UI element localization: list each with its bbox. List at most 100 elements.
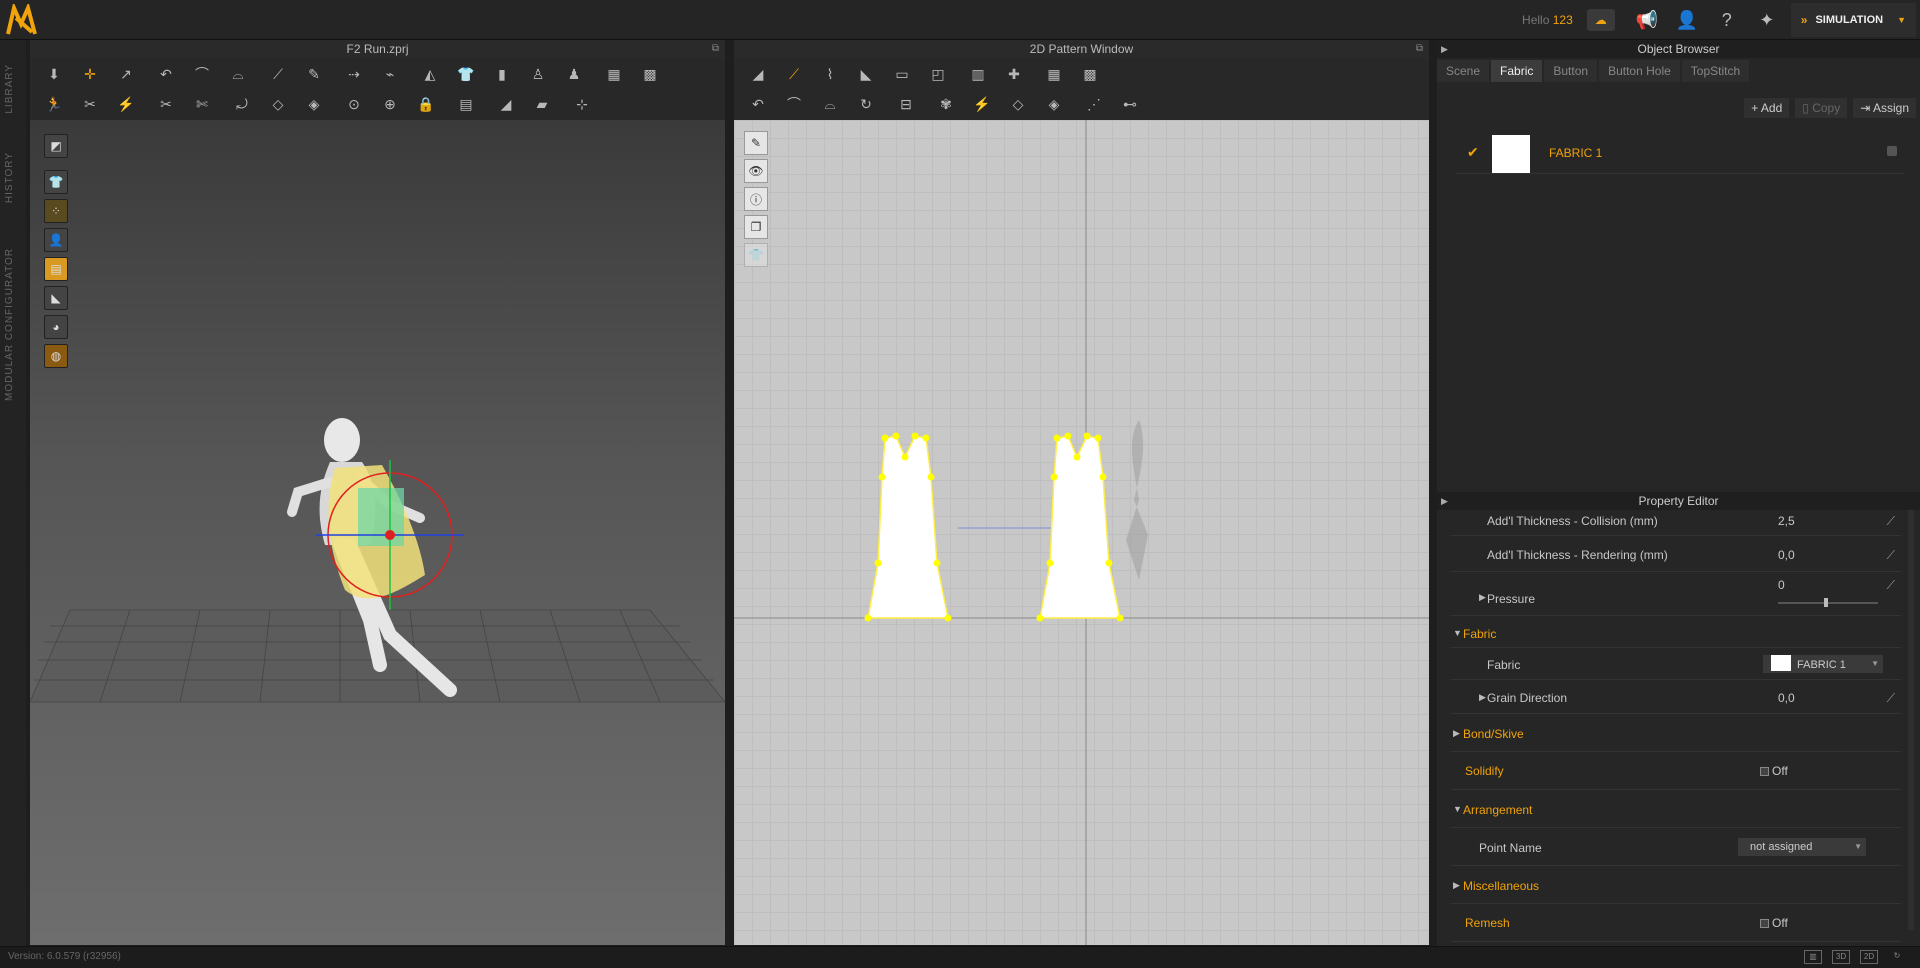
check-seam-icon[interactable]: ↻: [852, 91, 880, 117]
expand-arrow-icon[interactable]: ▶: [1479, 692, 1486, 703]
grain-direction-value[interactable]: 0,0: [1778, 691, 1795, 705]
edit-icon[interactable]: ⟋: [1887, 548, 1895, 563]
select-move-icon[interactable]: ⬇: [40, 61, 68, 87]
texture-2d-icon[interactable]: ◇: [1004, 91, 1032, 117]
refresh-icon[interactable]: ↻: [1888, 950, 1906, 964]
collapse-arrow-icon[interactable]: ▶: [1441, 492, 1448, 510]
cloud-icon[interactable]: ☁: [1586, 9, 1615, 31]
pin-icon[interactable]: ⟋: [264, 61, 292, 87]
transform-pattern-icon[interactable]: ◢: [744, 61, 772, 87]
thickness-rendering-value[interactable]: 0,0: [1778, 548, 1795, 562]
point-name-select[interactable]: not assigned ▼: [1738, 838, 1866, 856]
fabric-list-item[interactable]: ✔ FABRIC 1: [1455, 132, 1905, 174]
buttonhole-icon[interactable]: ⊕: [376, 91, 404, 117]
tape-icon[interactable]: ⌁: [376, 61, 404, 87]
edit-icon[interactable]: ⟋: [1887, 578, 1895, 593]
scrollbar[interactable]: [1908, 510, 1914, 930]
grid-3d-icon[interactable]: ▩: [636, 61, 664, 87]
pressure-slider[interactable]: [1778, 602, 1878, 604]
pose-icon[interactable]: 🏃: [40, 91, 68, 117]
avatar-pose-icon[interactable]: ♟: [560, 61, 588, 87]
pattern-icon[interactable]: ◇: [264, 91, 292, 117]
tab-library[interactable]: LIBRARY: [4, 64, 15, 114]
free-seam-icon[interactable]: ⌓: [816, 91, 844, 117]
tack-icon[interactable]: ⌒: [188, 61, 216, 87]
grid-icon[interactable]: ▦: [600, 61, 628, 87]
share-icon[interactable]: ✦: [1747, 0, 1787, 40]
transform-icon[interactable]: ✛: [76, 61, 104, 87]
edit-pattern-icon[interactable]: ⟋: [780, 61, 808, 87]
edit-curvature-icon[interactable]: ⌇: [816, 61, 844, 87]
fold-2d-icon[interactable]: ✾: [932, 91, 960, 117]
user-icon[interactable]: 👤: [1667, 0, 1707, 40]
seam-icon[interactable]: ⌒: [780, 91, 808, 117]
brush-icon[interactable]: ✎: [300, 61, 328, 87]
flip-icon[interactable]: ⤾: [228, 91, 256, 117]
ruler-icon[interactable]: ⊷: [1116, 91, 1144, 117]
tab-modular-configurator[interactable]: MODULAR CONFIGURATOR: [4, 248, 15, 401]
tack-arrangement-icon[interactable]: ⌓: [224, 61, 252, 87]
view-2d-icon[interactable]: 2D: [1860, 950, 1878, 964]
measure-icon[interactable]: ⇢: [340, 61, 368, 87]
avatar-icon[interactable]: ♙: [524, 61, 552, 87]
tab-topstitch[interactable]: TopStitch: [1681, 60, 1750, 82]
layer-icon[interactable]: ▤: [452, 91, 480, 117]
fold-arrange-icon[interactable]: ⚡: [968, 91, 996, 117]
section-fabric[interactable]: ▼ Fabric: [1451, 616, 1901, 648]
announcement-icon[interactable]: 📢: [1627, 0, 1667, 40]
tab-button-hole[interactable]: Button Hole: [1599, 60, 1680, 82]
solidify-checkbox[interactable]: Off: [1760, 764, 1788, 778]
view-3d-icon[interactable]: 3D: [1832, 950, 1850, 964]
cut-icon[interactable]: ✂: [152, 91, 180, 117]
help-icon[interactable]: ?: [1707, 0, 1747, 40]
tab-history[interactable]: HISTORY: [4, 152, 15, 203]
plane-icon[interactable]: ▰: [528, 91, 556, 117]
texture-icon[interactable]: ◈: [300, 91, 328, 117]
stitch-icon[interactable]: ✂: [76, 91, 104, 117]
fabric-menu-icon[interactable]: [1887, 146, 1897, 156]
viewport-3d[interactable]: ◩ 👕 ⁘ 👤 ▤ ◣ ◕ ◍: [30, 120, 725, 945]
assign-button[interactable]: ⇥ Assign: [1853, 98, 1916, 118]
grid-2d-icon[interactable]: ▦: [1040, 61, 1068, 87]
lock-icon[interactable]: 🔒: [412, 91, 440, 117]
tab-scene[interactable]: Scene: [1437, 60, 1490, 82]
scissor-icon[interactable]: ✄: [188, 91, 216, 117]
expand-arrow-icon[interactable]: ▶: [1479, 592, 1486, 603]
internal-shape-icon[interactable]: ◰: [924, 61, 952, 87]
fold-icon[interactable]: ↗: [112, 61, 140, 87]
section-miscellaneous[interactable]: ▶ Miscellaneous: [1451, 866, 1901, 904]
tab-button[interactable]: Button: [1544, 60, 1598, 82]
tab-fabric[interactable]: Fabric: [1491, 60, 1543, 82]
split-view-icon[interactable]: ▥: [1804, 950, 1822, 964]
tack-2d-icon[interactable]: ↶: [744, 91, 772, 117]
align-icon[interactable]: ⊹: [568, 91, 596, 117]
edit-icon[interactable]: ⟋: [1887, 514, 1895, 529]
grid-2d-alt-icon[interactable]: ▩: [1076, 61, 1104, 87]
section-arrangement[interactable]: ▼ Arrangement: [1451, 790, 1901, 828]
popout-icon[interactable]: ⧉: [1416, 40, 1423, 58]
fabric-select[interactable]: FABRIC 1 ▼: [1763, 655, 1883, 673]
topstitch-icon[interactable]: ⋰: [1080, 91, 1108, 117]
viewport-2d[interactable]: ✎ 👁 ⓘ ❐ 👕: [734, 120, 1429, 945]
pants-icon[interactable]: ▮: [488, 61, 516, 87]
rectangle-icon[interactable]: ▭: [888, 61, 916, 87]
texture-edit-icon[interactable]: ◈: [1040, 91, 1068, 117]
polygon-icon[interactable]: ◣: [852, 61, 880, 87]
pin-2d-icon[interactable]: ✚: [1000, 61, 1028, 87]
add-button[interactable]: + Add: [1744, 98, 1790, 118]
zipper-icon[interactable]: ⚡: [112, 91, 140, 117]
fitting-icon[interactable]: ◭: [416, 61, 444, 87]
iron-icon[interactable]: ⊟: [892, 91, 920, 117]
simulation-mode-button[interactable]: » SIMULATION ▼: [1790, 3, 1916, 37]
popout-icon[interactable]: ⧉: [712, 40, 719, 58]
pressure-slider-handle[interactable]: [1824, 598, 1828, 607]
button-icon[interactable]: ⊙: [340, 91, 368, 117]
edit-icon[interactable]: ⟋: [1887, 691, 1895, 706]
undo-icon[interactable]: ↶: [152, 61, 180, 87]
segment-icon[interactable]: ▥: [964, 61, 992, 87]
section-bond-skive[interactable]: ▶ Bond/Skive: [1451, 714, 1901, 752]
cut-plane-icon[interactable]: ◢: [492, 91, 520, 117]
collapse-arrow-icon[interactable]: ▶: [1441, 40, 1448, 58]
thickness-collision-value[interactable]: 2,5: [1778, 514, 1795, 528]
remesh-checkbox[interactable]: Off: [1760, 916, 1788, 930]
